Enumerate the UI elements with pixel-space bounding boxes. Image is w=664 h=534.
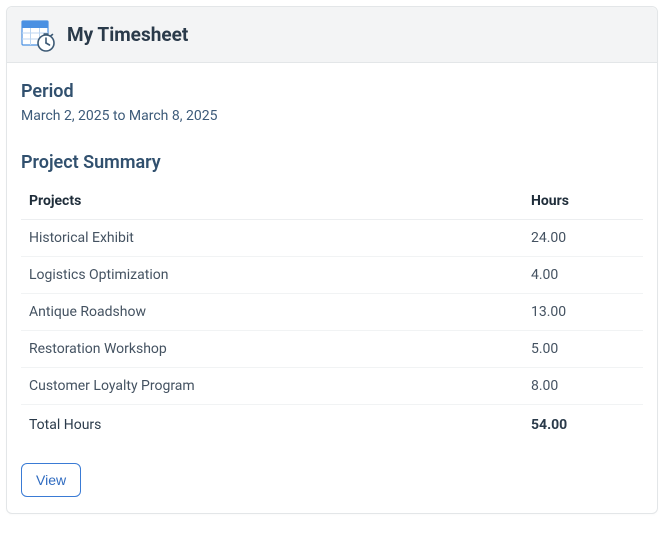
summary-rows: Historical Exhibit24.00Logistics Optimiz… bbox=[21, 220, 643, 405]
project-name-cell: Customer Loyalty Program bbox=[21, 368, 523, 405]
column-header-hours: Hours bbox=[523, 183, 643, 220]
project-hours-cell: 4.00 bbox=[523, 257, 643, 294]
table-row: Antique Roadshow13.00 bbox=[21, 294, 643, 331]
page-title: My Timesheet bbox=[67, 23, 188, 46]
card-header: My Timesheet bbox=[7, 7, 657, 63]
project-name-cell: Antique Roadshow bbox=[21, 294, 523, 331]
project-name-cell: Historical Exhibit bbox=[21, 220, 523, 257]
total-value: 54.00 bbox=[523, 405, 643, 444]
table-row: Logistics Optimization4.00 bbox=[21, 257, 643, 294]
project-name-cell: Restoration Workshop bbox=[21, 331, 523, 368]
timesheet-icon bbox=[21, 18, 55, 52]
project-hours-cell: 8.00 bbox=[523, 368, 643, 405]
table-row: Customer Loyalty Program8.00 bbox=[21, 368, 643, 405]
view-button[interactable]: View bbox=[21, 463, 81, 497]
column-header-projects: Projects bbox=[21, 183, 523, 220]
period-range: March 2, 2025 to March 8, 2025 bbox=[21, 108, 643, 124]
actions-bar: View bbox=[21, 463, 643, 497]
total-label: Total Hours bbox=[21, 405, 523, 444]
timesheet-card: My Timesheet Period March 2, 2025 to Mar… bbox=[6, 6, 658, 514]
period-section-title: Period bbox=[21, 81, 643, 102]
project-summary-table: Projects Hours Historical Exhibit24.00Lo… bbox=[21, 183, 643, 443]
table-row: Restoration Workshop5.00 bbox=[21, 331, 643, 368]
project-name-cell: Logistics Optimization bbox=[21, 257, 523, 294]
table-row: Historical Exhibit24.00 bbox=[21, 220, 643, 257]
card-body: Period March 2, 2025 to March 8, 2025 Pr… bbox=[7, 63, 657, 513]
project-hours-cell: 13.00 bbox=[523, 294, 643, 331]
summary-section-title: Project Summary bbox=[21, 152, 643, 173]
project-hours-cell: 5.00 bbox=[523, 331, 643, 368]
project-hours-cell: 24.00 bbox=[523, 220, 643, 257]
